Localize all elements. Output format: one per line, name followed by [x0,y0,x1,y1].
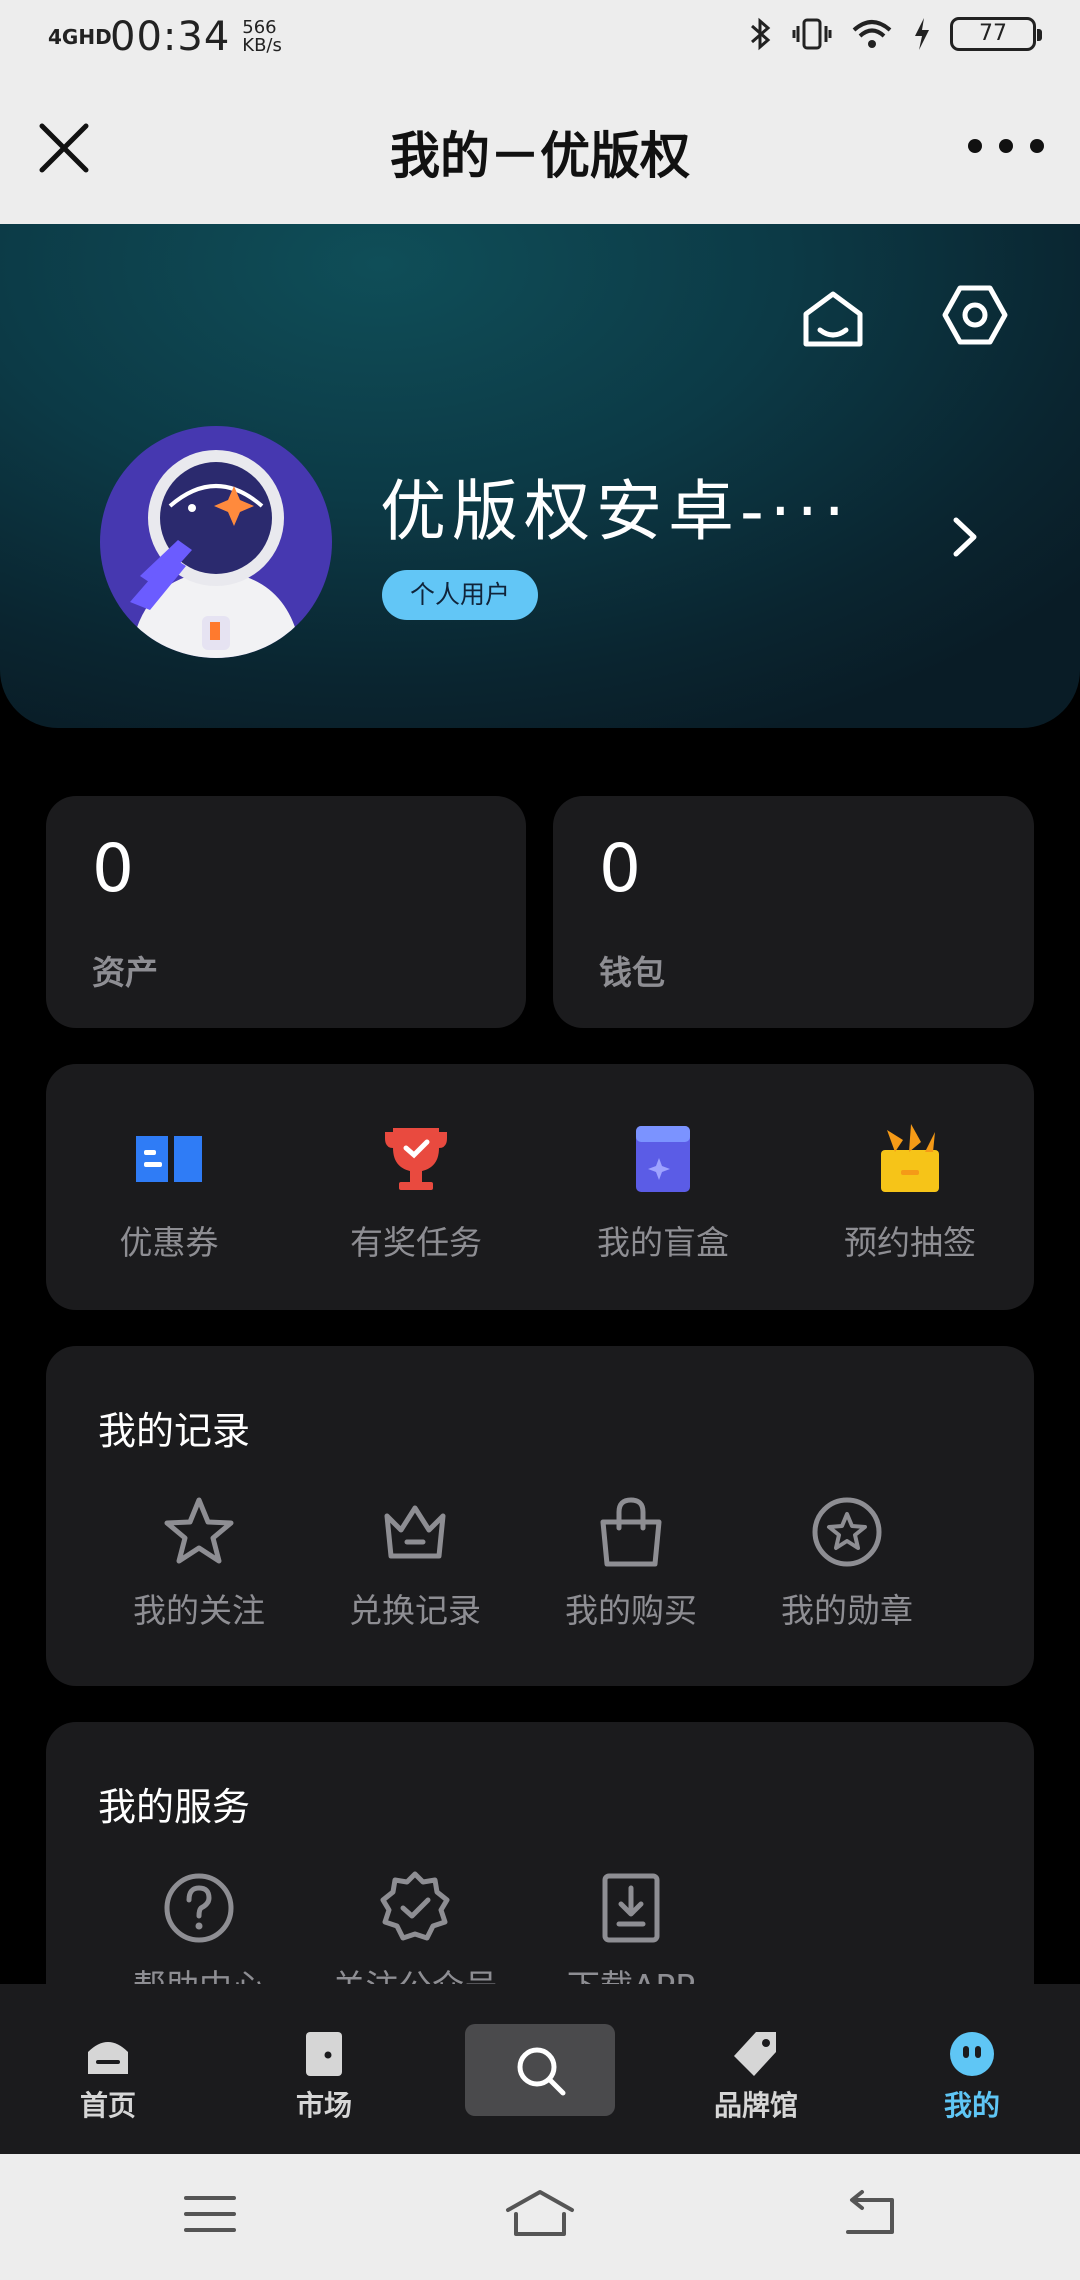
my-follows-label: 我的关注 [133,1591,265,1630]
back-icon[interactable] [834,2184,906,2244]
exchange-record-label: 兑换记录 [349,1591,481,1630]
assets-card[interactable]: 0 资产 [46,796,526,1028]
lottery-booking-button[interactable]: 预约抽签 [787,1064,1033,1310]
tag-icon [734,2032,776,2076]
system-nav-bar [0,2154,1080,2280]
my-purchases-button[interactable]: 我的购买 [523,1494,739,1644]
tab-home[interactable]: 首页 [0,1984,216,2154]
lottery-booking-label: 预约抽签 [844,1223,976,1262]
my-medals-button[interactable]: 我的勋章 [739,1494,955,1644]
my-medals-label: 我的勋章 [781,1591,913,1630]
charging-icon [915,18,929,50]
blindbox-icon [636,1126,690,1192]
exchange-record-button[interactable]: 兑换记录 [307,1494,523,1644]
bag-icon [600,1497,662,1567]
settings-icon[interactable] [942,282,1008,348]
reward-task-button[interactable]: 有奖任务 [293,1064,539,1310]
medal-icon [812,1497,882,1567]
home-nav-icon[interactable] [504,2184,576,2244]
status-bar: 4GHD 00:34 566 KB/s 77 [0,0,1080,72]
chevron-right-icon[interactable] [948,514,982,560]
search-icon [517,2047,566,2096]
download-icon [602,1873,660,1943]
coupon-button[interactable]: 优惠券 [46,1064,292,1310]
quick-actions-card: 优惠券 有奖任务 我的盲盒 预约抽签 [46,1064,1034,1310]
more-options-button[interactable] [968,126,1044,166]
dot-icon [999,139,1013,153]
tab-search[interactable] [465,2024,615,2116]
blind-box-button[interactable]: 我的盲盒 [540,1064,786,1310]
battery-indicator: 77 [950,17,1042,51]
tab-mine[interactable]: 我的 [864,1984,1080,2154]
title-bar: 我的－优版权 [0,72,1080,224]
bottom-tab-bar: 首页 市场 品牌馆 我的 [0,1984,1080,2154]
bluetooth-icon [751,17,771,51]
wifi-icon [852,20,892,48]
records-card: 我的记录 我的关注 兑换记录 我的购买 我的勋章 [46,1346,1034,1686]
wallet-value: 0 [599,830,641,907]
tab-brand-hall[interactable]: 品牌馆 [648,1984,864,2154]
user-type-badge: 个人用户 [382,570,539,620]
verified-icon [380,1871,450,1941]
my-follows-button[interactable]: 我的关注 [91,1494,307,1644]
username[interactable]: 优版权安卓-··· [380,458,880,554]
tab-market-label: 市场 [295,2089,352,2122]
star-icon [164,1497,234,1564]
tab-mine-label: 我的 [943,2089,1000,2122]
blind-box-label: 我的盲盒 [597,1223,729,1262]
crown-icon [384,1505,446,1559]
tab-market[interactable]: 市场 [216,1984,432,2154]
message-icon[interactable] [800,286,866,352]
tab-home-label: 首页 [79,2089,136,2122]
network-indicator: 4GHD [48,25,112,49]
astronaut-avatar-icon [130,450,302,658]
network-speed: 566 KB/s [242,17,282,56]
market-icon [306,2032,342,2076]
my-purchases-label: 我的购买 [565,1591,697,1630]
reward-task-label: 有奖任务 [350,1223,482,1262]
assets-label: 资产 [92,953,158,992]
trophy-icon [385,1128,447,1190]
profile-icon [950,2032,994,2076]
vibrate-icon [792,18,832,50]
records-title: 我的记录 [98,1409,251,1453]
page-title: 我的－优版权 [390,127,690,185]
home-icon [88,2042,128,2074]
wallet-label: 钱包 [599,953,665,992]
wallet-card[interactable]: 0 钱包 [553,796,1034,1028]
assets-value: 0 [92,830,134,907]
menu-icon[interactable] [174,2184,246,2244]
tab-brand-hall-label: 品牌馆 [713,2089,798,2122]
profile-header: 优版权安卓-··· 个人用户 [0,224,1080,728]
help-icon [164,1873,234,1943]
avatar[interactable] [100,426,332,658]
clock: 00:34 [110,14,231,60]
dot-icon [1030,139,1044,153]
gift-icon [881,1124,939,1192]
coupon-label: 优惠券 [119,1223,219,1262]
services-title: 我的服务 [98,1785,251,1829]
coupon-icon [136,1136,202,1182]
dot-icon [968,139,982,153]
